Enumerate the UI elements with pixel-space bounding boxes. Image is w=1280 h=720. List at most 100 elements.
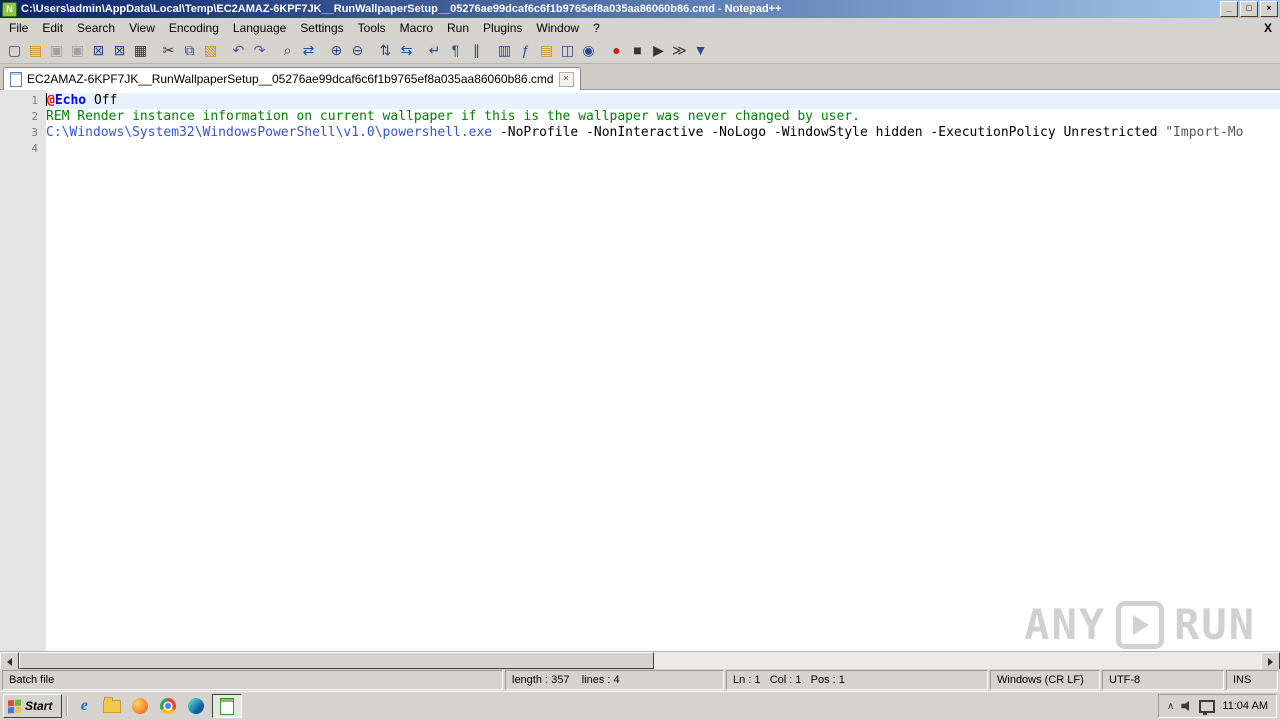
taskbar-clock[interactable]: 11:04 AM [1222,700,1268,712]
monitoring-icon[interactable]: ◉ [578,40,599,60]
menu-tools[interactable]: Tools [351,20,393,36]
show-indent-guide-icon[interactable]: ∥ [466,40,487,60]
code-line-1: @Echo Off [46,93,1280,109]
app-icon: N [2,1,17,17]
cut-icon[interactable]: ✂ [158,40,179,60]
tab-bar: EC2AMAZ-6KPF7JK__RunWallpaperSetup__0527… [0,64,1280,90]
line-number: 4 [31,142,38,155]
notepad-plus-plus-taskbar-button[interactable] [212,694,243,718]
firefox-icon[interactable] [128,695,152,717]
undo-icon[interactable]: ↶ [228,40,249,60]
title-bar: N C:\Users\admin\AppData\Local\Temp\EC2A… [0,0,1280,18]
taskbar-separator [66,696,69,716]
left-arrow-icon [7,657,12,666]
anyrun-watermark: ANY RUN [1024,601,1256,649]
zoom-out-icon[interactable]: ⊖ [347,40,368,60]
zoom-in-icon[interactable]: ⊕ [326,40,347,60]
stop-recording-icon[interactable]: ■ [627,40,648,60]
menu-encoding[interactable]: Encoding [162,20,226,36]
menu-search[interactable]: Search [70,20,122,36]
minimize-button[interactable]: _ [1220,1,1238,17]
menu-language[interactable]: Language [226,20,293,36]
start-recording-icon[interactable]: ● [606,40,627,60]
open-file-icon[interactable]: ▤ [25,40,46,60]
menu-plugins[interactable]: Plugins [476,20,529,36]
new-file-icon[interactable]: ▢ [4,40,25,60]
edge-icon[interactable] [184,695,208,717]
paste-icon[interactable]: ▧ [200,40,221,60]
status-encoding: UTF-8 [1102,670,1224,690]
editor-line: 1 @Echo Off [0,93,1280,109]
start-label: Start [25,699,53,713]
menu-edit[interactable]: Edit [35,20,70,36]
volume-icon[interactable] [1181,701,1190,711]
save-all-icon[interactable]: ▣ [67,40,88,60]
find-icon[interactable]: ⌕ [277,40,298,60]
network-icon[interactable] [1199,699,1216,715]
file-explorer-icon[interactable] [100,695,124,717]
watermark-text-any: ANY [1024,600,1107,649]
windows-flag-icon [8,699,21,713]
windows-taskbar: Start e ∧ 11:04 AM [0,691,1280,720]
tab-close-icon[interactable]: × [558,71,574,87]
redo-icon[interactable]: ↷ [249,40,270,60]
editor-line: 2 REM Render instance information on cur… [0,109,1280,125]
menu-settings[interactable]: Settings [293,20,350,36]
menu-window[interactable]: Window [529,20,586,36]
hidden-icons-chevron[interactable]: ∧ [1167,701,1174,712]
folder-as-workspace-icon[interactable]: ▤ [536,40,557,60]
window-title: C:\Users\admin\AppData\Local\Temp\EC2AMA… [21,3,782,15]
run-macro-multiple-times-icon[interactable]: ≫ [669,40,690,60]
menu-view[interactable]: View [122,20,162,36]
menu-macro[interactable]: Macro [393,20,440,36]
close-file-icon[interactable]: ⊠ [88,40,109,60]
menu-file[interactable]: File [2,20,35,36]
scrollbar-track[interactable] [19,652,1261,669]
print-icon[interactable]: ▦ [130,40,151,60]
close-button[interactable]: × [1260,1,1278,17]
word-wrap-icon[interactable]: ↵ [424,40,445,60]
maximize-button[interactable]: □ [1240,1,1258,17]
notepad-plus-plus-icon [220,697,235,715]
watermark-text-run: RUN [1174,600,1256,649]
menu-help[interactable]: ? [586,20,607,36]
function-list-icon[interactable]: ƒ [515,40,536,60]
menubar-close-document-button[interactable]: X [1264,21,1272,35]
editor-text-area[interactable]: 1 @Echo Off 2 REM Render instance inform… [0,90,1280,651]
line-number: 3 [31,126,38,139]
sync-vertical-scroll-icon[interactable]: ⇅ [375,40,396,60]
document-map-icon[interactable]: ▥ [494,40,515,60]
scrollbar-thumb[interactable] [19,652,655,669]
editor-line: 4 [0,141,1280,157]
save-recorded-macro-icon[interactable]: ▼ [690,40,711,60]
status-bar: Batch file length : 357 lines : 4 Ln : 1… [0,669,1280,691]
status-length-lines: length : 357 lines : 4 [505,670,724,690]
save-icon[interactable]: ▣ [46,40,67,60]
code-line-2: REM Render instance information on curre… [46,109,860,124]
internet-explorer-icon[interactable]: e [72,695,96,717]
line-number: 1 [31,94,38,107]
replace-icon[interactable]: ⇄ [298,40,319,60]
status-eol-format: Windows (CR LF) [990,670,1100,690]
chrome-icon[interactable] [156,695,180,717]
status-cursor-position: Ln : 1 Col : 1 Pos : 1 [726,670,988,690]
toolbar: ▢ ▤ ▣ ▣ ⊠ ⊠ ▦ ✂ ⧉ ▧ ↶ ↷ ⌕ ⇄ ⊕ ⊖ ⇅ ⇆ ↵ ¶ … [0,37,1280,64]
tab-label: EC2AMAZ-6KPF7JK__RunWallpaperSetup__0527… [27,72,554,86]
document-switcher-icon[interactable]: ◫ [557,40,578,60]
tab-active-document[interactable]: EC2AMAZ-6KPF7JK__RunWallpaperSetup__0527… [3,67,581,90]
right-arrow-icon [1268,657,1273,666]
menu-run[interactable]: Run [440,20,476,36]
document-icon [10,71,22,87]
sync-horizontal-scroll-icon[interactable]: ⇆ [396,40,417,60]
show-all-characters-icon[interactable]: ¶ [445,40,466,60]
anyrun-logo-icon [1116,601,1165,649]
line-number: 2 [31,110,38,123]
notepad-plus-plus-window: N C:\Users\admin\AppData\Local\Temp\EC2A… [0,0,1280,720]
close-all-icon[interactable]: ⊠ [109,40,130,60]
status-doc-type: Batch file [2,670,503,690]
start-button[interactable]: Start [3,694,63,718]
horizontal-scrollbar[interactable] [0,651,1280,671]
copy-icon[interactable]: ⧉ [179,40,200,60]
playback-macro-icon[interactable]: ▶ [648,40,669,60]
